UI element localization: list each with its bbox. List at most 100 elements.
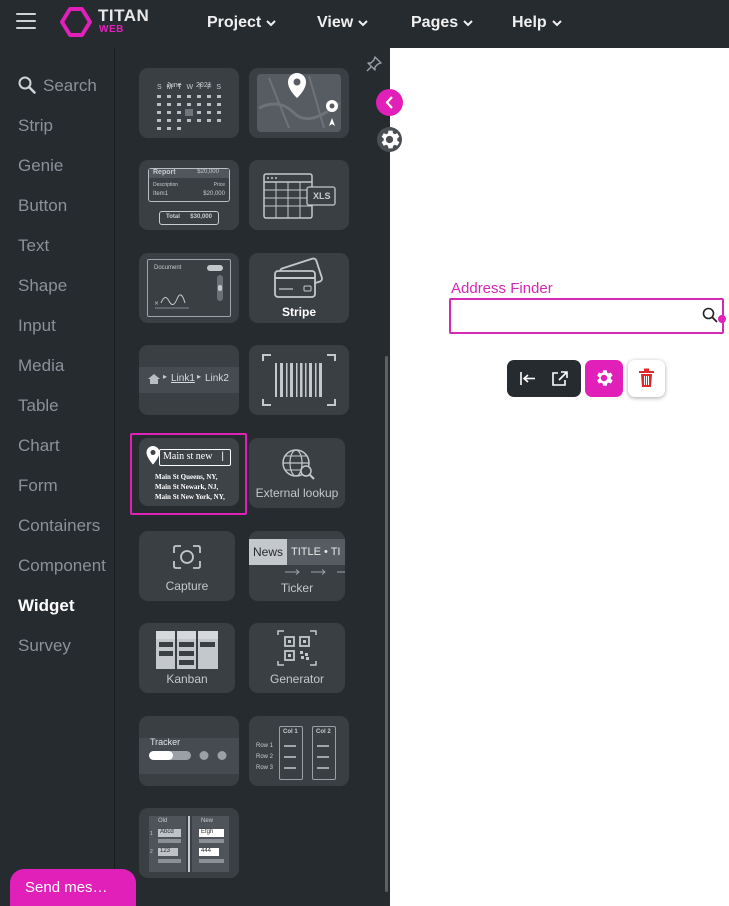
widget-compare-table[interactable]: Col 1 Col 2 Row 1 Row 2 Row 3	[249, 716, 349, 786]
stripe-label: Stripe	[281, 305, 316, 319]
report-item: Item1	[153, 191, 169, 197]
tracker-title: Tracker	[150, 737, 181, 747]
credit-card-icon	[274, 257, 323, 298]
sidebar-search[interactable]: Search	[43, 76, 97, 96]
trash-icon	[639, 368, 654, 387]
camera-capture-icon	[173, 545, 201, 569]
sidebar-item-chart[interactable]: Chart	[18, 436, 60, 456]
breadcrumb-link2: Link2	[205, 373, 229, 384]
sidebar-item-strip[interactable]: Strip	[18, 116, 53, 136]
calendar-grid-icon	[157, 95, 221, 130]
barcode-icon	[262, 354, 336, 406]
brand-sub: WEB	[99, 24, 124, 35]
address-finder-input[interactable]	[457, 300, 691, 330]
widget-breadcrumb[interactable]: ▸ Link1 ▸ Link2	[139, 345, 239, 415]
kanban-board-icon	[156, 631, 218, 669]
element-delete-button[interactable]	[628, 360, 665, 397]
hamburger-menu-icon[interactable]	[16, 13, 36, 31]
panel-settings-button[interactable]	[377, 127, 402, 152]
breadcrumb-separator: ▸	[163, 372, 168, 381]
element-settings-button[interactable]	[585, 360, 623, 397]
kanban-label: Kanban	[166, 672, 208, 686]
sidebar-item-table[interactable]: Table	[18, 396, 59, 416]
location-pin-icon	[146, 446, 160, 465]
panel-scrollbar[interactable]	[385, 356, 388, 892]
brand-name: TITAN	[98, 6, 150, 25]
report-total-label: Total	[166, 214, 180, 220]
sidebar-item-component[interactable]: Component	[18, 556, 106, 576]
calendar-day: M	[166, 84, 173, 91]
report-item-price: $20,000	[203, 191, 225, 197]
calendar-day: S	[216, 84, 221, 91]
resize-handle[interactable]	[718, 315, 726, 323]
menu-project[interactable]: Project	[207, 14, 276, 32]
pin-icon[interactable]	[366, 56, 382, 72]
document-signature-icon: ×	[154, 265, 223, 309]
menu-view[interactable]: View	[317, 14, 368, 32]
chevron-down-icon	[463, 19, 473, 26]
sidebar-item-media[interactable]: Media	[18, 356, 64, 376]
diff-row-number: 1	[150, 831, 153, 837]
menu-pages[interactable]: Pages	[411, 14, 473, 32]
widget-report[interactable]: Report $20,000 Description Price Item1 $…	[139, 160, 239, 230]
search-icon[interactable]	[18, 76, 36, 94]
diff-old-value: 123	[160, 848, 171, 854]
widget-barcode[interactable]	[249, 345, 349, 415]
sidebar-item-survey[interactable]: Survey	[18, 636, 71, 656]
collapse-panel-button[interactable]	[376, 89, 403, 116]
chevron-down-icon	[551, 19, 562, 26]
sidebar-item-input[interactable]: Input	[18, 316, 56, 336]
ticker-arrows-icon	[285, 569, 345, 575]
diff-row-number: 2	[150, 849, 153, 855]
sidebar-item-form[interactable]: Form	[18, 476, 58, 496]
diff-old-value: Abcd	[160, 829, 174, 835]
calendar-day: W	[186, 84, 194, 91]
widget-external-lookup[interactable]: External lookup	[249, 438, 345, 508]
sidebar-item-genie[interactable]: Genie	[18, 156, 63, 176]
send-message-button[interactable]: Send mes…	[10, 869, 136, 906]
menu-help[interactable]: Help	[512, 14, 562, 32]
diff-new-label: New	[201, 818, 214, 824]
element-toolbar	[507, 360, 581, 397]
widget-capture[interactable]: Capture	[139, 531, 235, 601]
widget-calendar[interactable]: June 2021 S M T W T F S	[139, 68, 239, 138]
spreadsheet-badge: XLS	[313, 191, 331, 201]
diff-old-label: Old	[158, 818, 168, 824]
search-icon[interactable]	[702, 307, 718, 323]
sidebar-item-containers[interactable]: Containers	[18, 516, 100, 536]
ticker-badge: News	[253, 545, 284, 559]
widget-map[interactable]	[249, 68, 349, 138]
widget-stripe[interactable]: Stripe	[249, 253, 349, 323]
widget-address-finder[interactable]: Main st new | Main St Queens, NY, Main S…	[139, 438, 239, 506]
address-suggestion: Main St Newark, NJ,	[155, 483, 219, 491]
menu-pages-label: Pages	[411, 14, 459, 31]
align-left-icon[interactable]	[519, 370, 537, 387]
sidebar-item-widget[interactable]: Widget	[18, 596, 75, 616]
menu-help-label: Help	[512, 14, 547, 31]
address-preview-input: Main st new	[163, 451, 213, 462]
diff-new-value: 444	[201, 848, 212, 854]
sidebar-item-text[interactable]: Text	[18, 236, 49, 256]
qr-code-icon	[277, 630, 317, 666]
widget-spreadsheet[interactable]: XLS	[249, 160, 349, 230]
widget-generator[interactable]: Generator	[249, 623, 345, 693]
sidebar-item-shape[interactable]: Shape	[18, 276, 67, 296]
compare-lines-icon	[284, 745, 329, 769]
widget-kanban[interactable]: Kanban	[139, 623, 235, 693]
report-total-value: $30,000	[190, 214, 212, 220]
gear-icon	[381, 130, 400, 149]
widget-tracker[interactable]: Tracker	[139, 716, 239, 786]
sidebar-item-button[interactable]: Button	[18, 196, 67, 216]
map-icon	[257, 73, 341, 132]
widget-diff[interactable]: Old New 1 2 Abcd Efgh 123 444	[139, 808, 239, 878]
external-link-icon[interactable]	[551, 370, 569, 387]
address-finder-field[interactable]	[449, 298, 724, 334]
external-lookup-label: External lookup	[255, 486, 339, 500]
address-suggestion: Main St New York, NY,	[155, 493, 225, 501]
widget-document[interactable]: Document ×	[139, 253, 239, 323]
widget-ticker[interactable]: News TITLE • TI Ticker	[249, 531, 345, 601]
report-title: Report	[153, 169, 176, 176]
design-canvas[interactable]	[390, 48, 729, 906]
chevron-down-icon	[266, 19, 276, 26]
calendar-day: F	[207, 84, 212, 91]
